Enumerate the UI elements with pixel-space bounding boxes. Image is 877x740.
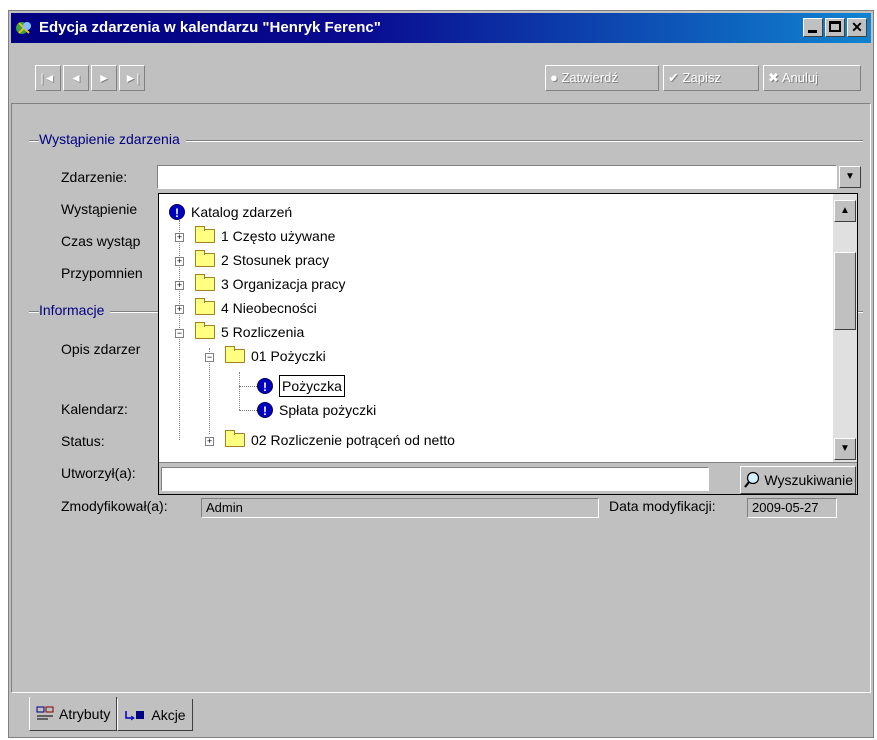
tree-node-root[interactable]: ! Katalog zdarzeń (169, 200, 292, 224)
attributes-icon (36, 706, 54, 719)
tab-attributes[interactable]: Atrybuty (29, 697, 118, 731)
info-icon: ! (257, 378, 273, 394)
modified-by-field: Admin (201, 498, 599, 518)
tree-node-label: 5 Rozliczenia (221, 324, 305, 340)
actions-icon (125, 710, 145, 720)
app-icon (16, 22, 31, 34)
confirm-icon: ● (550, 70, 558, 85)
event-input[interactable] (157, 165, 837, 189)
folder-open-icon (225, 346, 245, 363)
save-button[interactable]: ✔ Zapisz (663, 65, 759, 91)
tree-node-frequent[interactable]: 1 Często używane (195, 224, 335, 248)
reminder-label: Przypomnien (61, 265, 143, 281)
nav-first-button[interactable]: |◄ (35, 65, 61, 91)
folder-icon (195, 226, 215, 243)
confirm-label: Zatwierdź (561, 70, 618, 85)
tree-node-label: 01 Pożyczki (251, 348, 326, 364)
tab-attributes-label: Atrybuty (59, 705, 111, 722)
minimize-button[interactable] (803, 18, 823, 37)
tree-node-label: Katalog zdarzeń (191, 204, 293, 220)
tree-node-label: 2 Stosunek pracy (221, 252, 330, 268)
cancel-label: Anuluj (781, 70, 818, 85)
tab-actions[interactable]: Akcje (117, 699, 193, 731)
nav-next-button[interactable]: ► (91, 65, 117, 91)
folder-icon (225, 430, 245, 447)
occurrence-label: Wystąpienie (61, 201, 138, 217)
modified-date-field: 2009-05-27 (747, 498, 837, 518)
expand-icon[interactable]: + (175, 257, 184, 266)
event-tree[interactable]: ! Katalog zdarzeń 1 Często używane + 2 S… (159, 194, 835, 462)
expand-icon[interactable]: + (175, 305, 184, 314)
title-bar[interactable]: Edycja zdarzenia w kalendarzu "Henryk Fe… (11, 13, 871, 43)
collapse-icon[interactable]: − (175, 329, 184, 338)
search-area: Wyszukiwanie (159, 462, 857, 494)
group-occurrence-label: Wystąpienie zdarzenia (39, 131, 186, 147)
window-title: Edycja zdarzenia w kalendarzu "Henryk Fe… (39, 19, 381, 36)
expand-icon[interactable]: + (175, 281, 184, 290)
check-icon: ✔ (668, 70, 679, 85)
tab-strip: Atrybuty Akcje (29, 697, 193, 731)
cancel-icon: ✖ (768, 70, 779, 85)
tree-node-label: 4 Nieobecności (221, 300, 317, 316)
event-catalog-dropdown: ! Katalog zdarzeń 1 Często używane + 2 S… (158, 193, 858, 495)
modified-by-label: Zmodyfikował(a): (61, 498, 168, 514)
confirm-button[interactable]: ● Zatwierdź (545, 65, 659, 91)
tree-node-work-organization[interactable]: 3 Organizacja pracy (195, 272, 346, 296)
nav-prev-button[interactable]: ◄ (63, 65, 89, 91)
maximize-button[interactable] (825, 18, 845, 37)
tree-node-absences[interactable]: 4 Nieobecności (195, 296, 317, 320)
event-label: Zdarzenie: (61, 169, 128, 185)
cancel-button[interactable]: ✖ Anuluj (763, 65, 861, 91)
description-label: Opis zdarzer (61, 341, 141, 357)
scroll-up-button[interactable]: ▲ (834, 200, 856, 222)
tree-scrollbar[interactable]: ▲ ▼ (833, 194, 857, 462)
scroll-down-button[interactable]: ▼ (834, 438, 856, 460)
modified-date-label: Data modyfikacji: (609, 498, 716, 514)
collapse-icon[interactable]: − (205, 353, 214, 362)
tree-node-employment[interactable]: 2 Stosunek pracy (195, 248, 329, 272)
close-button[interactable]: ✕ (847, 18, 867, 37)
info-icon: ! (169, 204, 185, 220)
folder-open-icon (195, 322, 215, 339)
magnifier-icon (744, 471, 760, 488)
time-label: Czas wystąp (61, 233, 141, 249)
folder-icon (195, 298, 215, 315)
search-button[interactable]: Wyszukiwanie (740, 466, 856, 494)
tab-actions-label: Akcje (151, 706, 186, 723)
folder-icon (195, 250, 215, 267)
event-dropdown-button[interactable]: ▼ (839, 166, 861, 188)
info-icon: ! (257, 402, 273, 418)
status-label: Status: (61, 433, 105, 449)
calendar-label: Kalendarz: (61, 401, 128, 417)
group-info-label: Informacje (39, 302, 111, 318)
tree-node-label: 1 Często używane (221, 228, 336, 244)
expand-icon[interactable]: + (205, 437, 214, 446)
tree-node-settlements[interactable]: 5 Rozliczenia (195, 320, 304, 344)
created-by-label: Utworzył(a): (61, 465, 136, 481)
tree-node-net-deductions[interactable]: 02 Rozliczenie potrąceń od netto (225, 428, 455, 452)
search-input[interactable] (161, 467, 709, 491)
nav-last-button[interactable]: ►| (119, 65, 145, 91)
folder-icon (195, 274, 215, 291)
scroll-thumb[interactable] (834, 252, 856, 330)
tree-node-loan[interactable]: ! Pożyczka (257, 374, 345, 398)
expand-icon[interactable]: + (175, 233, 184, 242)
save-label: Zapisz (682, 70, 721, 85)
tree-node-label-selected: Pożyczka (279, 375, 345, 397)
tree-node-loan-repayment[interactable]: ! Spłata pożyczki (257, 398, 376, 422)
tree-node-label: 02 Rozliczenie potrąceń od netto (251, 432, 455, 448)
tree-node-label: Spłata pożyczki (279, 402, 377, 418)
tree-node-loans[interactable]: 01 Pożyczki (225, 344, 326, 368)
tree-node-label: 3 Organizacja pracy (221, 276, 346, 292)
search-button-label: Wyszukiwanie (764, 472, 853, 488)
